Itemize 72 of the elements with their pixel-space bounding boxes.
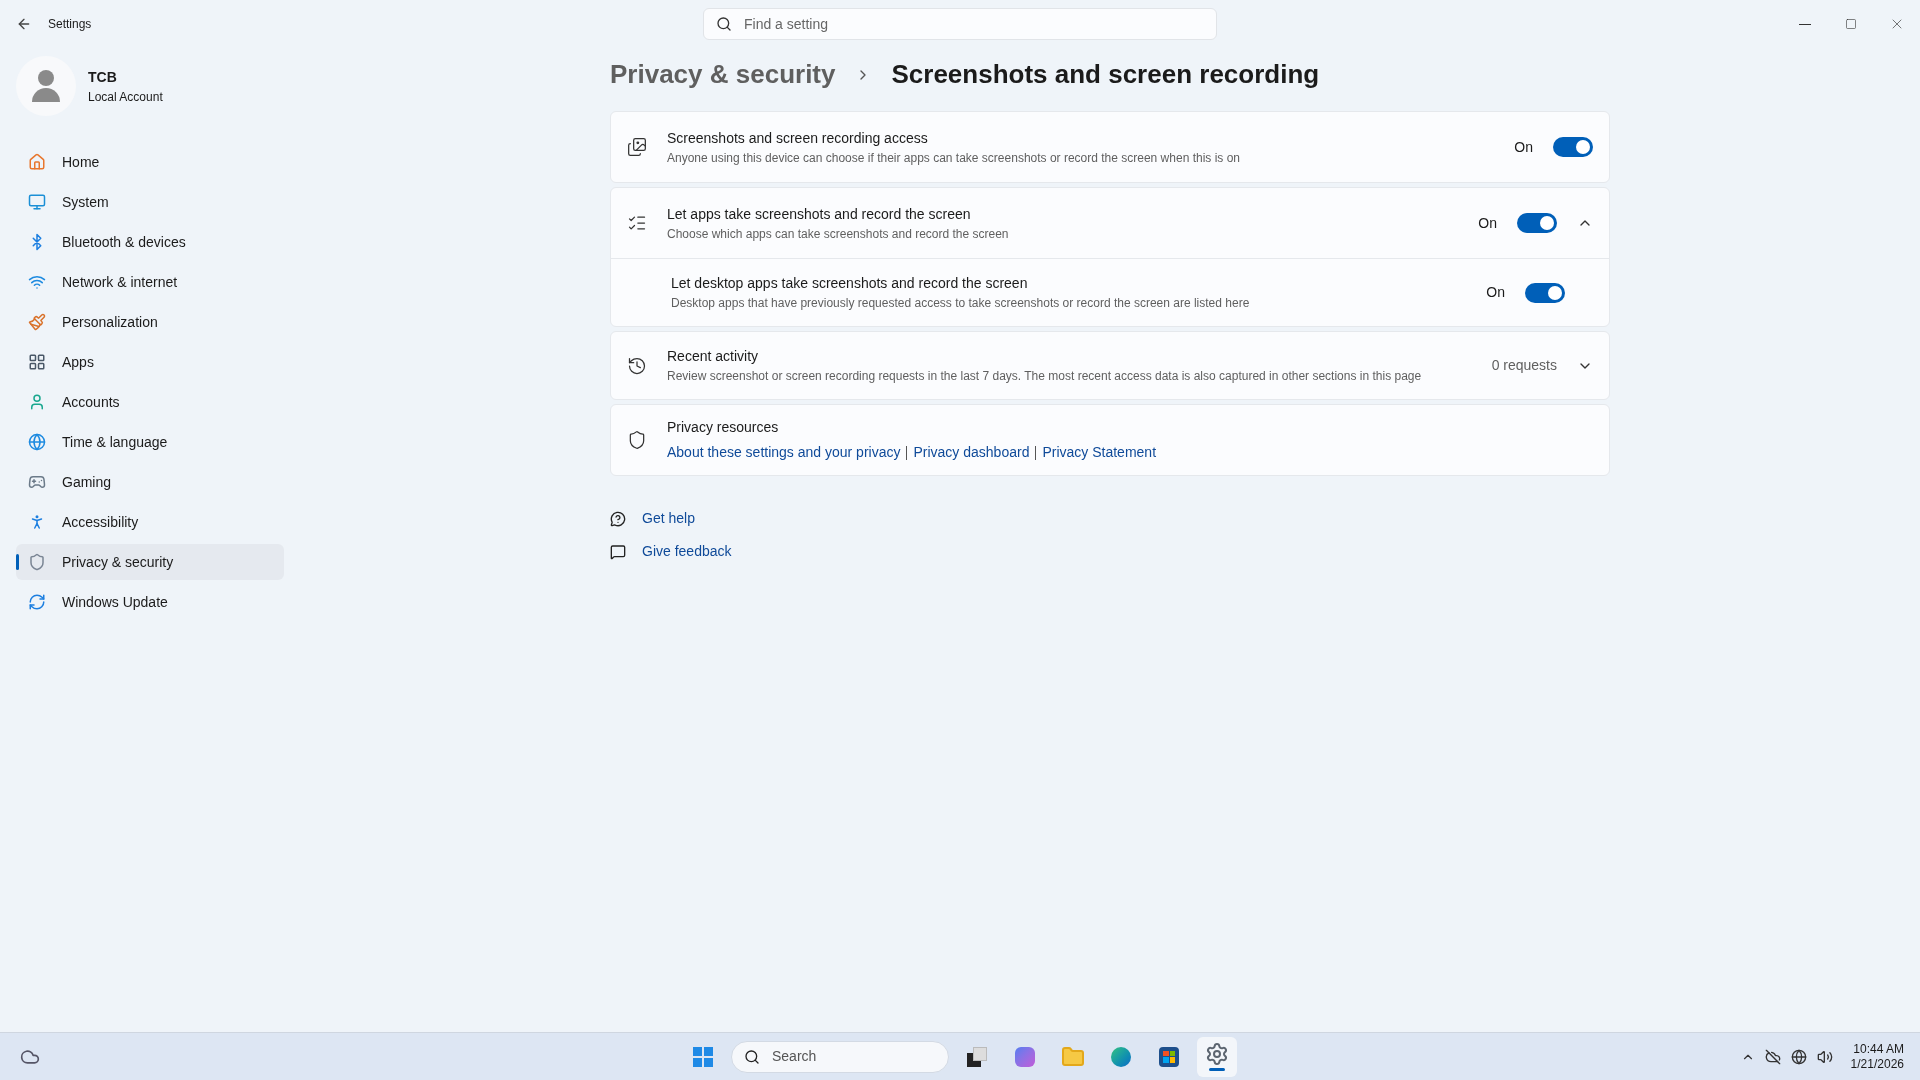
link[interactable]: About these settings and your privacy	[667, 442, 901, 463]
toggle-switch[interactable]	[1517, 213, 1557, 233]
minimize-icon	[1799, 23, 1811, 25]
toggle-state: On	[1514, 137, 1533, 157]
paintbrush-icon	[28, 313, 46, 331]
monitor-icon	[28, 193, 46, 211]
sidebar-item[interactable]: Network & internet	[16, 264, 284, 300]
sidebar-item[interactable]: Accessibility	[16, 504, 284, 540]
toggle-state: On	[1486, 283, 1505, 302]
search-input[interactable]: Find a setting	[744, 13, 1204, 35]
search-icon	[716, 16, 732, 32]
sidebar-item[interactable]: Gaming	[16, 464, 284, 500]
feedback-icon	[610, 543, 626, 560]
taskbar-search[interactable]: Search	[731, 1040, 949, 1073]
account-type: Local Account	[88, 88, 163, 106]
setting-description: Anyone using this device can choose if their apps can take screenshots or record the screen when this is on	[667, 149, 1241, 167]
browser-icon	[1111, 1046, 1131, 1067]
toggle-state: On	[1478, 213, 1497, 233]
sidebar-item[interactable]: Time & language	[16, 424, 284, 460]
folder-icon	[1061, 1044, 1085, 1069]
home-icon	[28, 153, 46, 171]
help-link[interactable]: Give feedback	[642, 541, 732, 562]
setting-title: Privacy resources	[667, 418, 780, 437]
store-icon	[1159, 1046, 1179, 1067]
clock-date[interactable]: 1/21/2026	[1850, 1056, 1904, 1072]
search-field[interactable]: Find a setting	[703, 8, 1217, 40]
sidebar-item[interactable]: Home	[16, 144, 284, 180]
history-icon	[627, 355, 647, 376]
setting-title: Let apps take screenshots and record the screen	[667, 204, 972, 224]
task-view-icon	[967, 1046, 987, 1067]
sidebar-item[interactable]: Privacy & security	[16, 544, 284, 580]
account-name: TCB	[88, 67, 118, 87]
sidebar-item[interactable]: Bluetooth & devices	[16, 224, 284, 260]
link[interactable]: Privacy dashboard	[913, 442, 1030, 463]
search-icon	[744, 1048, 760, 1065]
speaker-icon[interactable]	[1816, 1048, 1833, 1065]
toggle-switch[interactable]	[1553, 137, 1593, 157]
globe-icon	[28, 433, 46, 451]
sidebar-item[interactable]: System	[16, 184, 284, 220]
cloud-off-icon[interactable]	[1764, 1048, 1781, 1065]
sidebar-item[interactable]: Windows Update	[16, 584, 284, 620]
setting-title: Recent activity	[667, 347, 760, 366]
breadcrumb-link[interactable]: Privacy & security	[610, 55, 836, 94]
back-icon[interactable]	[16, 16, 32, 32]
setting-title: Let desktop apps take screenshots and record the screen	[671, 274, 1029, 293]
sidebar-item[interactable]: Personalization	[16, 304, 284, 340]
setting-description: Desktop apps that have previously requested access to take screenshots or record the screen are listed here	[671, 295, 1251, 312]
window-title: Settings	[48, 16, 92, 33]
maximize-icon	[1845, 18, 1857, 30]
setting-description: Choose which apps can take screenshots and record the screen	[667, 225, 1010, 243]
help-icon	[610, 510, 626, 527]
clock-time[interactable]: 10:44 AM	[1853, 1041, 1904, 1057]
person-icon	[28, 393, 46, 411]
help-link[interactable]: Get help	[642, 508, 695, 529]
globe-icon[interactable]	[1790, 1048, 1807, 1065]
setting-description: Review screenshot or screen recording requests in the last 7 days. The most recent access data is also captured in other sections in this page	[667, 368, 1423, 385]
apps-icon	[28, 353, 46, 371]
gear-icon	[1205, 1042, 1229, 1066]
gamepad-icon	[28, 473, 46, 491]
wifi-icon	[28, 273, 46, 291]
request-count: 0 requests	[1491, 356, 1557, 375]
sidebar-item[interactable]: Apps	[16, 344, 284, 380]
link[interactable]: Privacy Statement	[1042, 442, 1157, 463]
sidebar-item[interactable]: Accounts	[16, 384, 284, 420]
shield-icon	[28, 553, 46, 571]
refresh-icon	[28, 593, 46, 611]
taskbar-app[interactable]	[1197, 1036, 1237, 1077]
page-title: Screenshots and screen recording	[891, 58, 1320, 91]
image-icon	[627, 137, 647, 157]
shield-icon	[627, 430, 647, 450]
toggle-switch[interactable]	[1525, 282, 1565, 303]
setting-title: Screenshots and screen recording access	[667, 128, 929, 148]
